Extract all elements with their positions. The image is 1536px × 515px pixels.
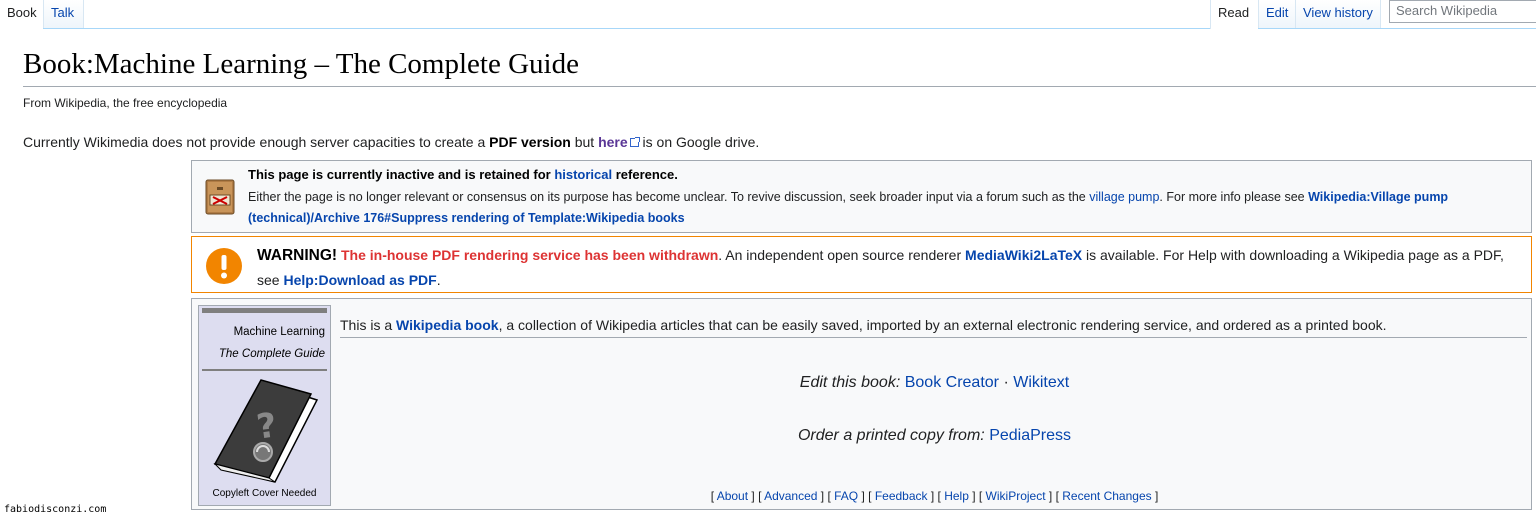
separator: · xyxy=(1003,374,1009,391)
pdf-version-text: PDF version xyxy=(489,134,571,150)
file-cabinet-icon xyxy=(205,179,235,215)
wikitext-link[interactable]: Wikitext xyxy=(1013,374,1069,391)
book-description-text: , a collection of Wikipedia articles tha… xyxy=(498,317,1387,333)
historical-link[interactable]: historical xyxy=(554,167,612,182)
tab-talk[interactable]: Talk xyxy=(43,0,84,28)
order-line: Order a printed copy from: PediaPress xyxy=(338,427,1531,445)
here-link[interactable]: here xyxy=(598,134,628,150)
warning-text: WARNING! The in-house PDF rendering serv… xyxy=(257,243,1522,292)
tab-edit[interactable]: Edit xyxy=(1258,0,1295,28)
inactive-notice: This page is currently inactive and is r… xyxy=(191,160,1532,233)
edit-book-line: Edit this book: Book Creator · Wikitext xyxy=(338,374,1531,392)
page-subtitle: From Wikipedia, the free encyclopedia xyxy=(23,96,228,110)
about-link[interactable]: About xyxy=(717,489,748,503)
faq-link[interactable]: FAQ xyxy=(834,489,858,503)
external-link-icon xyxy=(629,137,640,147)
inactive-title: This page is currently inactive and is r… xyxy=(248,167,678,182)
warning-notice: WARNING! The in-house PDF rendering serv… xyxy=(191,236,1532,293)
top-navigation: Book Talk Read Edit View history Search … xyxy=(0,0,1536,29)
recent-changes-link[interactable]: Recent Changes xyxy=(1062,489,1151,503)
search-input[interactable]: Search Wikipedia xyxy=(1389,0,1536,23)
warning-body-text: . An independent open source renderer xyxy=(718,247,966,263)
village-pump-link[interactable]: village pump xyxy=(1089,190,1159,204)
title-divider xyxy=(23,86,1536,87)
book-cover: Machine Learning The Complete Guide ? Co… xyxy=(198,305,331,506)
tab-book[interactable]: Book xyxy=(0,0,43,29)
tab-view-history[interactable]: View history xyxy=(1295,0,1381,28)
order-label: Order a printed copy from: xyxy=(797,427,985,444)
intro-text: but xyxy=(570,134,599,150)
download-as-pdf-link[interactable]: Help:Download as PDF xyxy=(283,272,436,288)
inactive-text: Either the page is no longer relevant or… xyxy=(248,187,1518,229)
tab-read[interactable]: Read xyxy=(1210,0,1258,29)
page-title: Book:Machine Learning – The Complete Gui… xyxy=(23,48,579,80)
cover-caption: Copyleft Cover Needed xyxy=(212,488,317,499)
tab-divider xyxy=(0,28,1536,29)
mediawiki2latex-link[interactable]: MediaWiki2LaTeX xyxy=(965,247,1082,263)
inactive-body-text: Either the page is no longer relevant or… xyxy=(248,190,1090,204)
withdrawn-message: The in-house PDF rendering service has b… xyxy=(340,247,719,263)
intro-text: Currently Wikimedia does not provide eno… xyxy=(23,134,490,150)
wikipedia-book-box: Machine Learning The Complete Guide ? Co… xyxy=(191,298,1532,510)
warning-body-text: . xyxy=(436,272,441,288)
feedback-link[interactable]: Feedback xyxy=(875,489,928,503)
warning-icon xyxy=(206,248,242,284)
warning-label: WARNING! xyxy=(257,247,338,264)
inactive-title-text: reference. xyxy=(612,167,678,182)
wikiproject-link[interactable]: WikiProject xyxy=(986,489,1046,503)
book-footer-links: [ About ] [ Advanced ] [ FAQ ] [ Feedbac… xyxy=(710,489,1159,503)
help-link[interactable]: Help xyxy=(944,489,969,503)
cover-title: Machine Learning xyxy=(233,326,325,338)
intro-paragraph: Currently Wikimedia does not provide eno… xyxy=(23,134,759,150)
book-divider xyxy=(340,337,1527,338)
inactive-body-text: . For more info please see xyxy=(1159,190,1309,204)
cover-subtitle: The Complete Guide xyxy=(218,348,325,360)
book-icon: ? xyxy=(213,379,319,483)
edit-book-label: Edit this book: xyxy=(799,374,901,391)
book-description: This is a Wikipedia book, a collection o… xyxy=(340,317,1387,333)
advanced-link[interactable]: Advanced xyxy=(764,489,817,503)
cover-divider xyxy=(202,369,327,371)
cover-bar xyxy=(202,308,327,313)
intro-text: is on Google drive. xyxy=(638,134,760,150)
inactive-title-text: This page is currently inactive and is r… xyxy=(248,167,555,182)
book-creator-link[interactable]: Book Creator xyxy=(905,374,999,391)
wikipedia-book-link[interactable]: Wikipedia book xyxy=(396,317,499,333)
watermark: fabiodisconzi.com xyxy=(4,504,107,515)
book-description-text: This is a xyxy=(340,317,397,333)
pediapress-link[interactable]: PediaPress xyxy=(989,427,1071,444)
